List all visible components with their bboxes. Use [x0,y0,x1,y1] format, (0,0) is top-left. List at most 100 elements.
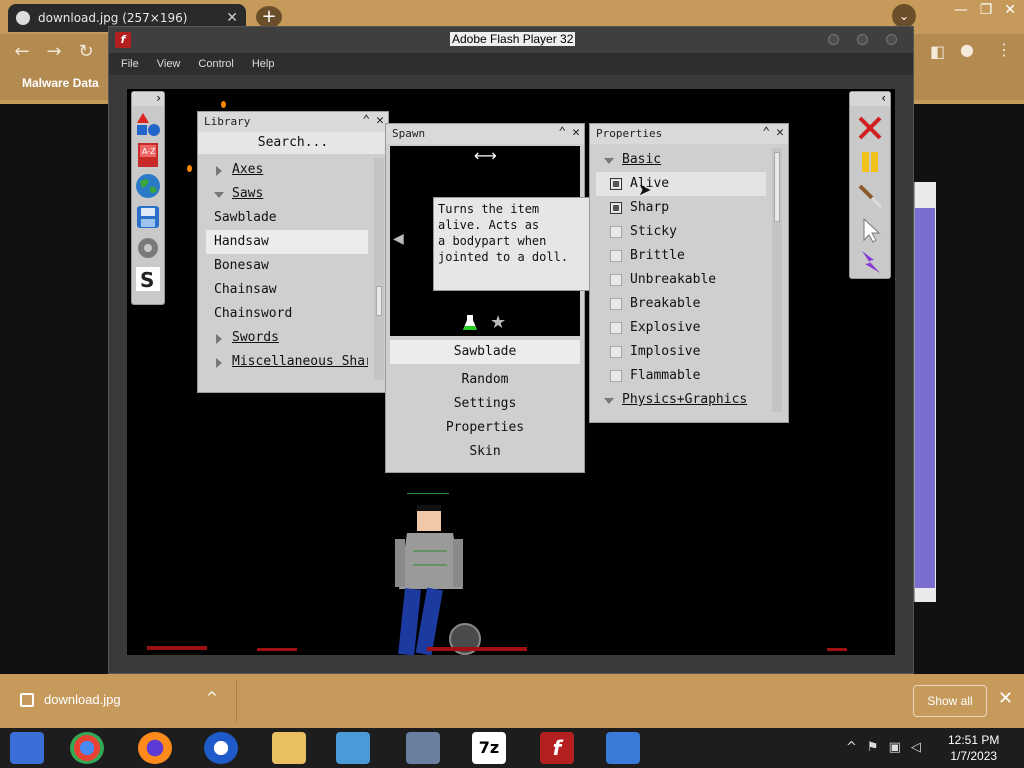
script-s-icon[interactable]: S [135,266,161,292]
implosive-checkbox[interactable] [610,346,622,358]
download-item[interactable]: download.jpg [20,692,121,707]
start-media-icon[interactable] [10,732,44,764]
spawn-prev-arrow-icon[interactable]: ◀ [393,231,404,247]
library-folder-misc-sharp[interactable]: Miscellaneous Sharp [206,350,368,374]
prop-explosive[interactable]: Explosive [596,316,766,340]
lightning-icon[interactable] [856,248,884,276]
library-item-chainsword[interactable]: Chainsword [206,302,368,326]
library-folder-swords[interactable]: Swords [206,326,368,350]
flash-minimize-button[interactable] [828,34,839,45]
menu-file[interactable]: File [121,58,139,70]
unbreakable-checkbox[interactable] [610,274,622,286]
library-item-sawblade[interactable]: Sawblade [206,206,368,230]
menu-view[interactable]: View [157,58,181,70]
collapse-icon[interactable]: ⌃ [558,125,566,140]
a-z-book-icon[interactable]: A-Z [135,142,161,168]
star-icon[interactable]: ★ [490,312,506,333]
close-download-bar-icon[interactable]: ✕ [998,688,1013,709]
system-tool-icon[interactable] [406,732,440,764]
close-button[interactable]: ✕ [1004,2,1016,18]
new-tab-button[interactable]: + [256,6,282,28]
chevron-up-icon[interactable]: ^ [846,740,857,755]
library-header[interactable]: Library ⌃ ✕ [198,112,388,132]
toolstrip-collapse-icon[interactable]: ‹ [881,91,886,105]
prop-sharp[interactable]: Sharp [596,196,766,220]
chrome-icon[interactable] [70,732,104,764]
library-item-bonesaw[interactable]: Bonesaw [206,254,368,278]
reload-icon[interactable]: ↻ [74,40,98,64]
spawn-item-skin[interactable]: Skin [390,440,580,464]
library-folder-axes[interactable]: Axes [206,158,368,182]
shapes-icon[interactable] [135,111,161,137]
spawn-item-properties[interactable]: Properties [390,416,580,440]
flask-icon[interactable] [462,314,478,336]
alive-checkbox[interactable] [610,178,622,190]
brittle-checkbox[interactable] [610,250,622,262]
globe-icon[interactable] [135,173,161,199]
properties-scroll-thumb[interactable] [774,152,780,222]
restore-button[interactable]: ❐ [980,2,993,18]
delete-x-icon[interactable] [856,114,884,142]
clock[interactable]: 12:51 PM 1/7/2023 [948,732,999,764]
flash-close-button[interactable] [886,34,897,45]
prop-implosive[interactable]: Implosive [596,340,766,364]
window-app-icon[interactable] [606,732,640,764]
prop-flammable[interactable]: Flammable [596,364,766,388]
tab-close-icon[interactable]: ✕ [226,10,238,26]
group-physics-graphics[interactable]: Physics+Graphics [596,388,766,412]
minimize-button[interactable]: — [954,2,968,18]
obama-logo-icon[interactable] [204,732,238,764]
sticky-checkbox[interactable] [610,226,622,238]
show-all-button[interactable]: Show all [913,685,987,717]
prop-breakable[interactable]: Breakable [596,292,766,316]
close-icon[interactable]: ✕ [376,113,384,128]
library-scrollbar[interactable] [374,158,384,380]
properties-scrollbar[interactable] [772,148,782,412]
7zip-icon[interactable]: 7z [472,732,506,764]
explosive-checkbox[interactable] [610,322,622,334]
close-icon[interactable]: ✕ [776,125,784,140]
sharp-checkbox[interactable] [610,202,622,214]
chevron-up-icon[interactable]: ^ [206,690,218,706]
profile-icon[interactable]: ● [960,40,974,59]
file-explorer-icon[interactable] [272,732,306,764]
network-users-icon[interactable] [336,732,370,764]
flash-maximize-button[interactable] [857,34,868,45]
flip-arrow-icon[interactable]: ⟷ [474,146,497,165]
collapse-icon[interactable]: ⌃ [362,113,370,128]
flag-icon[interactable]: ⚑ [867,740,879,755]
library-search-input[interactable]: Search... [198,132,388,154]
gear-icon[interactable] [135,235,161,261]
prop-brittle[interactable]: Brittle [596,244,766,268]
library-scroll-thumb[interactable] [376,286,382,316]
menu-dots-icon[interactable]: ⋮ [996,40,1012,59]
prop-sticky[interactable]: Sticky [596,220,766,244]
spawn-item-random[interactable]: Random [390,368,580,392]
toolstrip-expand-icon[interactable]: › [156,91,161,105]
pointer-icon[interactable] [856,216,884,244]
back-arrow-icon[interactable]: ← [10,40,34,64]
bookmark-malware-data[interactable]: Malware Data [22,76,99,90]
knife-icon[interactable] [856,182,884,210]
flash-player-icon[interactable]: f [540,732,574,764]
prop-alive[interactable]: Alive [596,172,766,196]
properties-header[interactable]: Properties ⌃ ✕ [590,124,788,144]
spawn-item-settings[interactable]: Settings [390,392,580,416]
spawn-item-sawblade[interactable]: Sawblade [390,340,580,364]
game-canvas[interactable]: › A-Z S Library ⌃ ✕ Search... Axes Saws … [127,89,895,655]
flash-titlebar[interactable]: f Adobe Flash Player 32 [109,27,913,53]
forward-arrow-icon[interactable]: → [42,40,66,64]
prop-unbreakable[interactable]: Unbreakable [596,268,766,292]
save-disk-icon[interactable] [135,204,161,230]
spawn-header[interactable]: Spawn ⌃ ✕ [386,124,584,144]
network-icon[interactable]: ▣ [889,740,901,755]
firefox-icon[interactable] [138,732,172,764]
library-folder-saws[interactable]: Saws [206,182,368,206]
library-item-handsaw[interactable]: Handsaw [206,230,368,254]
group-basic[interactable]: Basic [596,148,766,172]
menu-control[interactable]: Control [198,58,233,70]
close-icon[interactable]: ✕ [572,125,580,140]
menu-help[interactable]: Help [252,58,275,70]
flammable-checkbox[interactable] [610,370,622,382]
pause-icon[interactable] [856,148,884,176]
